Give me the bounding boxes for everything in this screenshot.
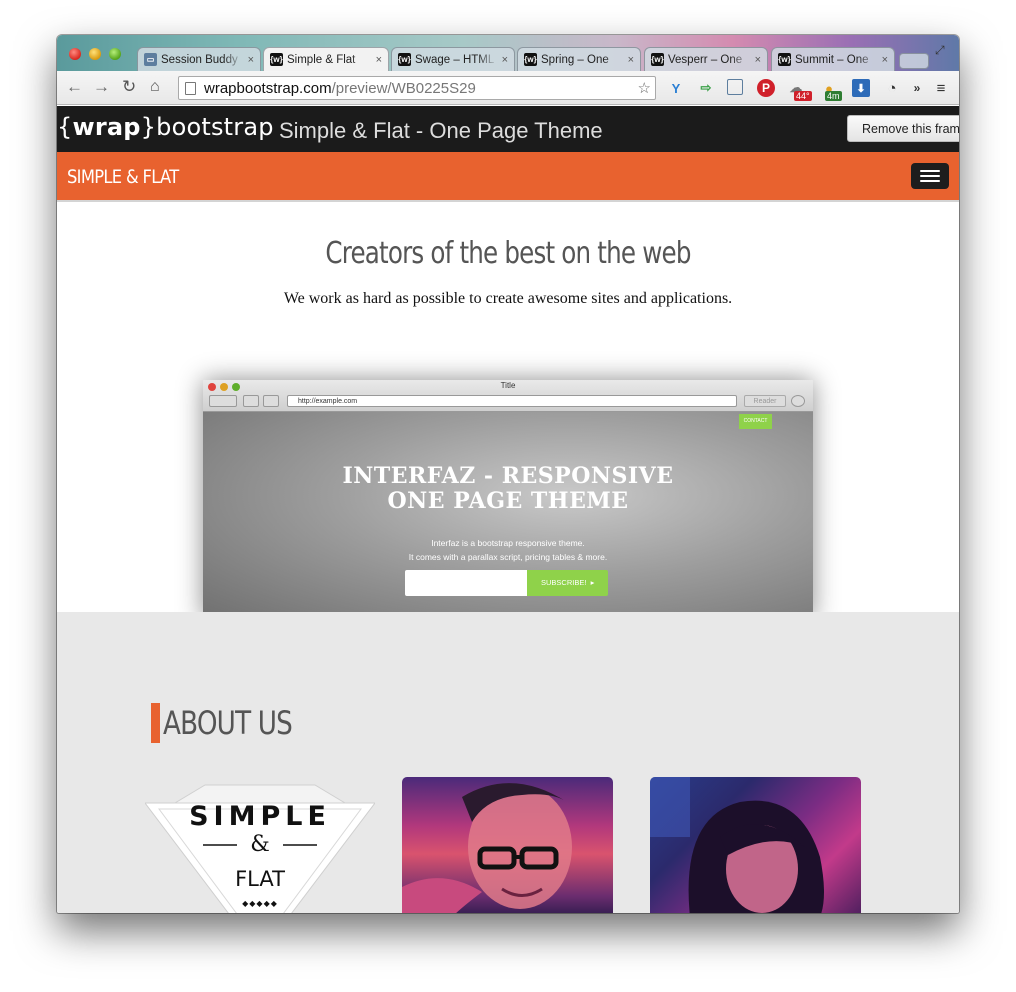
browser-toolbar: ← → ↻ ⌂ wrapbootstrap.com/preview/WB0225…: [57, 71, 959, 105]
address-bar[interactable]: wrapbootstrap.com/preview/WB0225S29 ☆: [178, 76, 656, 100]
zoom-window-button[interactable]: [109, 48, 121, 60]
history-icon[interactable]: ◔: [883, 79, 901, 97]
mock-download-icon: [791, 395, 805, 407]
tab-close-icon[interactable]: ×: [248, 54, 254, 66]
hero-section: Creators of the best on the web We work …: [57, 204, 959, 612]
mock-cloud-icon: [243, 395, 259, 407]
site-navbar: SIMPLE & FLAT: [57, 152, 959, 202]
extensions-overflow-icon[interactable]: »: [908, 79, 926, 97]
tab-strip: ▭ Session Buddy × {w} Simple & Flat × {w…: [57, 35, 959, 71]
mock-headline: INTERFAZ - RESPONSIVE ONE PAGE THEME: [342, 463, 674, 514]
mock-url-field: http://example.com: [287, 395, 737, 407]
menu-icon[interactable]: ≡: [932, 79, 950, 97]
extension-y-icon[interactable]: Y: [667, 79, 685, 97]
back-icon[interactable]: ←: [66, 78, 83, 96]
wrap-icon: {w}: [778, 53, 791, 66]
tab-close-icon[interactable]: ×: [628, 54, 634, 66]
about-title: ABOUT US: [163, 704, 293, 742]
mock-back-forward: [209, 395, 237, 407]
mock-share-icon: [263, 395, 279, 407]
mock-contact-button: CONTACT: [739, 414, 772, 429]
nav-toggle-button[interactable]: [911, 163, 949, 189]
theme-screenshot: Title http://example.com Reader CONTACT …: [203, 380, 813, 612]
hero-title: Creators of the best on the web: [325, 236, 691, 271]
fullscreen-icon[interactable]: ⤢: [935, 43, 945, 58]
download-icon[interactable]: ⬇: [852, 79, 870, 97]
preview-frame-bar: {wrap}bootstrap Simple & Flat - One Page…: [57, 106, 959, 152]
pinterest-icon[interactable]: P: [757, 79, 775, 97]
tab-simple-flat[interactable]: {w} Simple & Flat ×: [263, 47, 389, 71]
bookmark-star-icon[interactable]: ☆: [638, 79, 651, 97]
about-section: ABOUT US SIMPLE & FLAT ◆◆◆◆◆: [57, 612, 959, 913]
browser-window: ▭ Session Buddy × {w} Simple & Flat × {w…: [57, 35, 959, 913]
session-buddy-icon[interactable]: [727, 79, 743, 95]
hamburger-line: [920, 180, 940, 182]
reload-icon[interactable]: ↻: [122, 78, 136, 96]
forward-icon[interactable]: →: [93, 78, 110, 96]
tab-session-buddy[interactable]: ▭ Session Buddy ×: [137, 47, 261, 71]
tab-swage[interactable]: {w} Swage – HTML ×: [391, 47, 515, 71]
wrap-icon: {w}: [651, 53, 664, 66]
tab-close-icon[interactable]: ×: [755, 54, 761, 66]
timer-badge: 4m: [825, 91, 842, 101]
remove-frame-button[interactable]: Remove this frame: [847, 115, 959, 142]
mock-window-title: Title: [500, 381, 516, 390]
weather-badge: 44°: [794, 91, 812, 101]
mock-browser-bar: Title http://example.com Reader: [203, 380, 813, 412]
tab-vesperr[interactable]: {w} Vesperr – One ×: [644, 47, 768, 71]
mock-subscribe-button: SUBSCRIBE! ▸: [527, 570, 608, 596]
page-icon: [185, 81, 196, 95]
mock-email-input: [405, 570, 527, 596]
wrap-icon: {w}: [398, 53, 411, 66]
new-tab-button[interactable]: [899, 53, 929, 69]
hero-subtitle: We work as hard as possible to create aw…: [283, 290, 733, 307]
wrap-icon: {w}: [270, 53, 283, 66]
extension-forward-icon[interactable]: ⇨: [697, 79, 715, 97]
site-brand[interactable]: SIMPLE & FLAT: [67, 166, 179, 188]
tab-close-icon[interactable]: ×: [376, 54, 382, 66]
wrap-icon: {w}: [524, 53, 537, 66]
team-photo-man[interactable]: [402, 777, 613, 913]
hamburger-line: [920, 175, 940, 177]
minimize-window-button[interactable]: [89, 48, 101, 60]
preview-title: Simple & Flat - One Page Theme: [279, 118, 603, 143]
close-window-button[interactable]: [69, 48, 81, 60]
mock-reader-button: Reader: [744, 395, 786, 407]
tab-spring[interactable]: {w} Spring – One ×: [517, 47, 641, 71]
home-icon[interactable]: ⌂: [150, 78, 160, 96]
wrapbootstrap-logo[interactable]: {wrap}bootstrap: [57, 113, 274, 141]
tab-close-icon[interactable]: ×: [882, 54, 888, 66]
team-photo-woman[interactable]: [650, 777, 861, 913]
tab-summit[interactable]: {w} Summit – One ×: [771, 47, 895, 71]
session-buddy-icon: ▭: [144, 53, 157, 66]
mock-page: CONTACT INTERFAZ - RESPONSIVE ONE PAGE T…: [203, 412, 813, 612]
tab-close-icon[interactable]: ×: [502, 54, 508, 66]
mock-description: Interfaz is a bootstrap responsive theme…: [408, 538, 608, 562]
hamburger-line: [920, 170, 940, 172]
simple-flat-logo: SIMPLE & FLAT ◆◆◆◆◆: [145, 775, 375, 913]
section-accent-bar: [151, 703, 160, 743]
